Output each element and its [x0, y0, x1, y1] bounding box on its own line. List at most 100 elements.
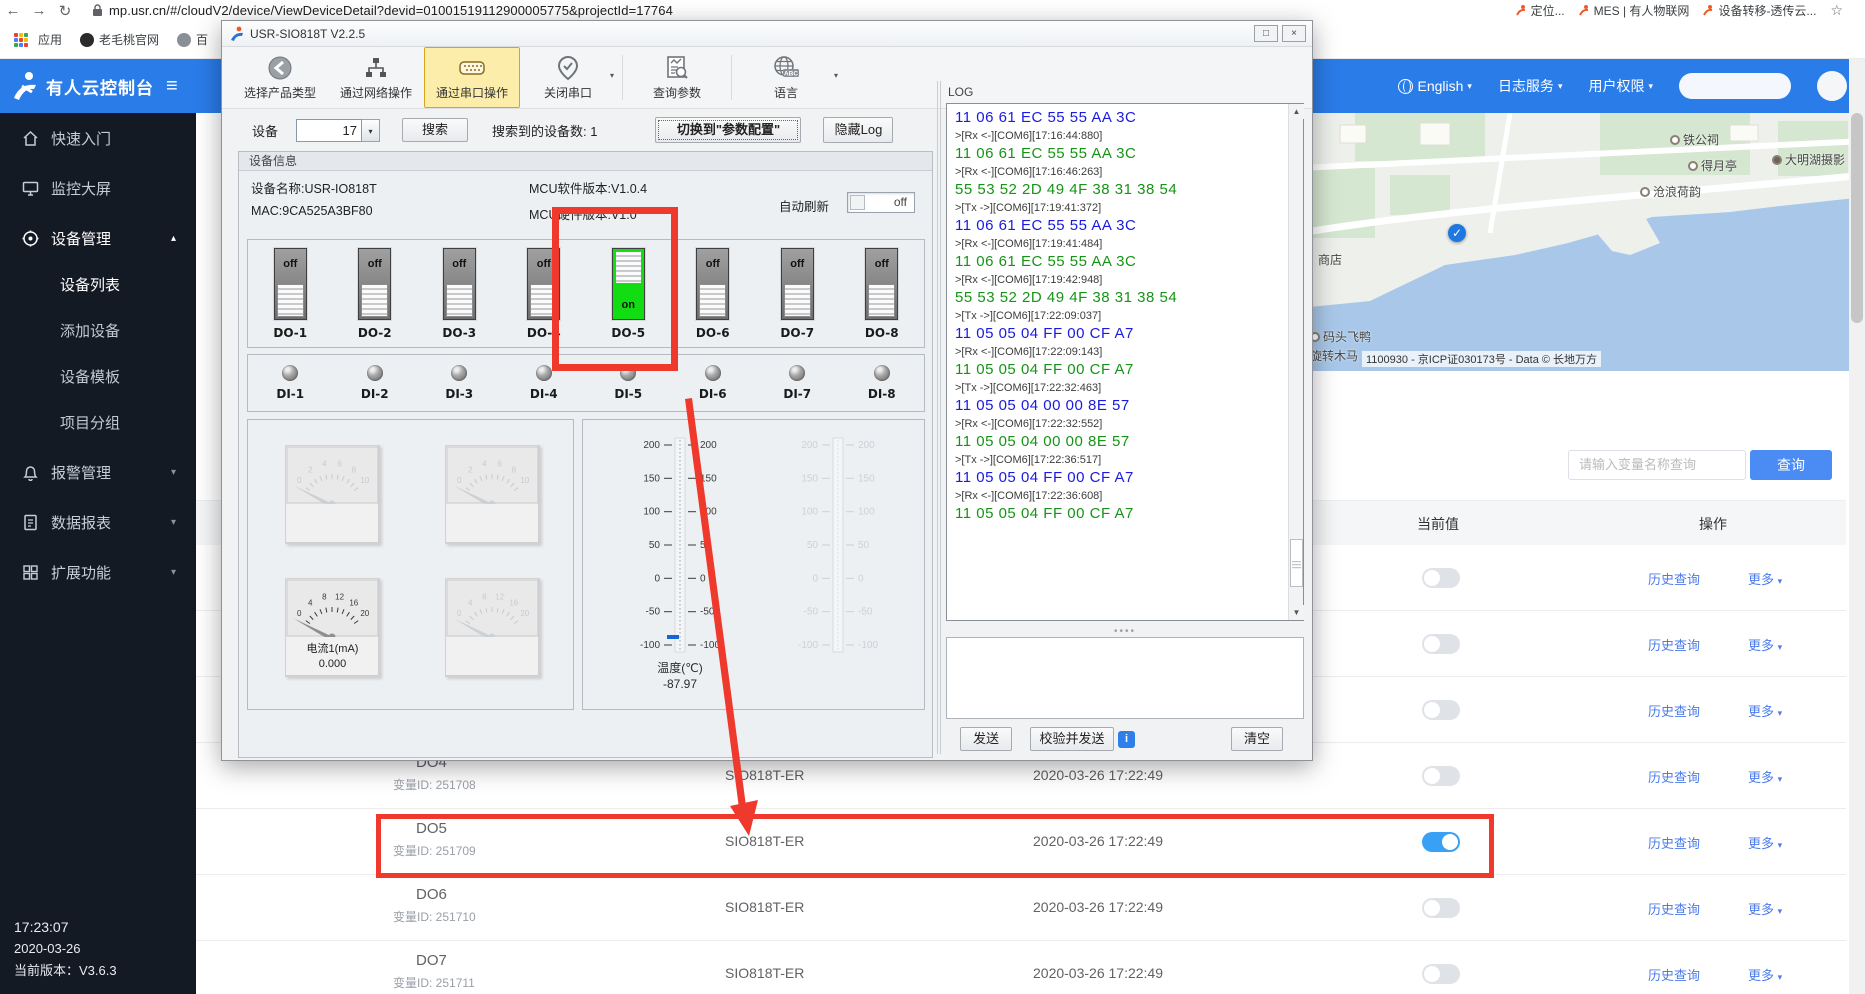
- value-toggle[interactable]: [1422, 832, 1460, 852]
- scrollbar-thumb[interactable]: [1851, 113, 1863, 323]
- scroll-up-icon[interactable]: ▲: [1289, 104, 1304, 119]
- more-link[interactable]: 更多 ▾: [1748, 569, 1782, 588]
- minimize-button[interactable]: □: [1254, 25, 1278, 42]
- auto-refresh-toggle[interactable]: off: [847, 192, 915, 213]
- sidebar-item-monitor[interactable]: 监控大屏: [0, 163, 196, 213]
- panel-splitter[interactable]: [937, 81, 941, 754]
- back-icon[interactable]: ←: [0, 2, 26, 19]
- do-switch-DO-7[interactable]: off: [781, 248, 814, 320]
- do-switch-DO-5[interactable]: on: [612, 248, 645, 320]
- sidebar-item-device-mgmt[interactable]: 设备管理 ▴: [0, 213, 196, 263]
- network-operate-button[interactable]: 通过网络操作: [328, 47, 424, 108]
- language-switch[interactable]: English▾: [1398, 78, 1471, 94]
- do-switch-DO-4[interactable]: off: [527, 248, 560, 320]
- browser-tab[interactable]: 设备转移-透传云...: [1703, 2, 1816, 19]
- user-permission-menu[interactable]: 用户权限▾: [1588, 76, 1653, 96]
- clear-button[interactable]: 清空: [1231, 727, 1283, 751]
- menu-burger-icon[interactable]: ≡: [166, 75, 178, 98]
- send-button[interactable]: 发送: [960, 727, 1012, 751]
- value-toggle[interactable]: [1422, 766, 1460, 786]
- sidebar-item-project-group[interactable]: 项目分组: [0, 401, 196, 447]
- avatar[interactable]: [1817, 71, 1847, 101]
- more-link[interactable]: 更多 ▾: [1748, 833, 1782, 852]
- history-query-link[interactable]: 历史查询: [1648, 899, 1700, 918]
- history-query-link[interactable]: 历史查询: [1648, 701, 1700, 720]
- more-link[interactable]: 更多 ▾: [1748, 701, 1782, 720]
- bookmark-apps[interactable]: 应用: [38, 31, 62, 48]
- hide-log-button[interactable]: 隐藏Log: [823, 117, 893, 143]
- sidebar-item-device-template[interactable]: 设备模板: [0, 355, 196, 401]
- switch-to-config-button[interactable]: 切换到"参数配置": [655, 117, 801, 143]
- sidebar-item-add-device[interactable]: 添加设备: [0, 309, 196, 355]
- forward-icon[interactable]: →: [26, 2, 52, 19]
- switch-handle[interactable]: [868, 284, 895, 317]
- value-toggle[interactable]: [1422, 898, 1460, 918]
- history-query-link[interactable]: 历史查询: [1648, 635, 1700, 654]
- send-input-area[interactable]: [946, 637, 1304, 719]
- switch-handle[interactable]: [446, 284, 473, 317]
- close-serial-button[interactable]: 关闭串口 ▾: [520, 47, 616, 108]
- variable-search-input[interactable]: 请输入变量名称查询: [1568, 450, 1746, 480]
- verify-send-button[interactable]: 校验并发送: [1030, 727, 1114, 751]
- switch-handle[interactable]: [699, 284, 726, 317]
- more-link[interactable]: 更多 ▾: [1748, 965, 1782, 984]
- switch-handle[interactable]: [615, 251, 642, 284]
- search-query-button[interactable]: 查询: [1750, 450, 1832, 480]
- search-device-button[interactable]: 搜索: [402, 118, 468, 142]
- bookmark-laomaotao[interactable]: 老毛桃官网: [80, 31, 159, 48]
- switch-handle[interactable]: [530, 284, 557, 317]
- window-titlebar[interactable]: USR-SIO818T V2.2.5 □ ×: [222, 21, 1312, 47]
- log-list[interactable]: 11 06 61 EC 55 55 AA 3C>[Rx <-][COM6][17…: [946, 103, 1304, 621]
- history-query-link[interactable]: 历史查询: [1648, 767, 1700, 786]
- history-query-link[interactable]: 历史查询: [1648, 569, 1700, 588]
- scroll-down-icon[interactable]: ▼: [1289, 605, 1304, 620]
- browser-tab[interactable]: 定位...: [1516, 2, 1565, 19]
- history-query-link[interactable]: 历史查询: [1648, 965, 1700, 984]
- chevron-down-icon[interactable]: ▾: [834, 71, 838, 80]
- sidebar-item-alarm-mgmt[interactable]: 报警管理 ▾: [0, 447, 196, 497]
- device-dropdown-icon[interactable]: ▾: [362, 119, 380, 142]
- refresh-icon[interactable]: ↻: [52, 2, 78, 20]
- switch-handle[interactable]: [277, 284, 304, 317]
- bookmark-baidu[interactable]: 百: [177, 31, 208, 48]
- do-switch-DO-8[interactable]: off: [865, 248, 898, 320]
- device-number-input[interactable]: 17: [296, 119, 362, 142]
- query-params-button[interactable]: 查询参数: [629, 47, 725, 108]
- log-scrollbar[interactable]: ▲ ▼ ———: [1288, 104, 1303, 620]
- sidebar-item-extensions[interactable]: 扩展功能 ▾: [0, 547, 196, 597]
- do-switch-DO-3[interactable]: off: [443, 248, 476, 320]
- splitter-dots[interactable]: ••••: [946, 626, 1304, 637]
- language-button[interactable]: ABC 语言 ▾: [738, 47, 834, 108]
- serial-operate-button[interactable]: 通过串口操作: [424, 47, 520, 108]
- sidebar-item-quickstart[interactable]: 快速入门: [0, 113, 196, 163]
- history-query-link[interactable]: 历史查询: [1648, 833, 1700, 852]
- do-switch-DO-2[interactable]: off: [358, 248, 391, 320]
- sidebar-item-device-list[interactable]: 设备列表: [0, 263, 196, 309]
- value-toggle[interactable]: [1422, 634, 1460, 654]
- sidebar-item-data-report[interactable]: 数据报表 ▾: [0, 497, 196, 547]
- scrollbar-thumb[interactable]: ———: [1290, 539, 1303, 587]
- bookmark-star-icon[interactable]: ☆: [1830, 2, 1843, 19]
- close-button[interactable]: ×: [1282, 25, 1306, 42]
- more-link[interactable]: 更多 ▾: [1748, 635, 1782, 654]
- select-product-type-button[interactable]: 选择产品类型: [232, 47, 328, 108]
- apps-grid-icon[interactable]: [14, 33, 28, 47]
- map-panel[interactable]: 铁公祠 得月亭 大明湖摄影 沧浪荷韵 商店 码头飞鸭 旋转木马 ✓ 110093…: [1300, 113, 1865, 371]
- browser-tab[interactable]: MES | 有人物联网: [1579, 2, 1690, 19]
- value-toggle[interactable]: [1422, 568, 1460, 588]
- more-link[interactable]: 更多 ▾: [1748, 899, 1782, 918]
- switch-handle[interactable]: [361, 284, 388, 317]
- url-bar[interactable]: mp.usr.cn/#/cloudV2/device/ViewDeviceDet…: [109, 3, 673, 18]
- log-service-menu[interactable]: 日志服务▾: [1498, 76, 1563, 96]
- do-switch-DO-6[interactable]: off: [696, 248, 729, 320]
- usr-sio818t-window[interactable]: USR-SIO818T V2.2.5 □ × 选择产品类型 通过网络操作 通过串…: [221, 20, 1313, 761]
- switch-handle[interactable]: [784, 284, 811, 317]
- page-scrollbar[interactable]: [1849, 59, 1865, 994]
- chevron-down-icon[interactable]: ▾: [610, 71, 614, 80]
- device-location-marker[interactable]: ✓: [1448, 224, 1466, 242]
- do-switch-DO-1[interactable]: off: [274, 248, 307, 320]
- logo[interactable]: 有人云控制台 ≡: [0, 71, 196, 101]
- value-toggle[interactable]: [1422, 964, 1460, 984]
- value-toggle[interactable]: [1422, 700, 1460, 720]
- info-icon[interactable]: i: [1118, 731, 1135, 748]
